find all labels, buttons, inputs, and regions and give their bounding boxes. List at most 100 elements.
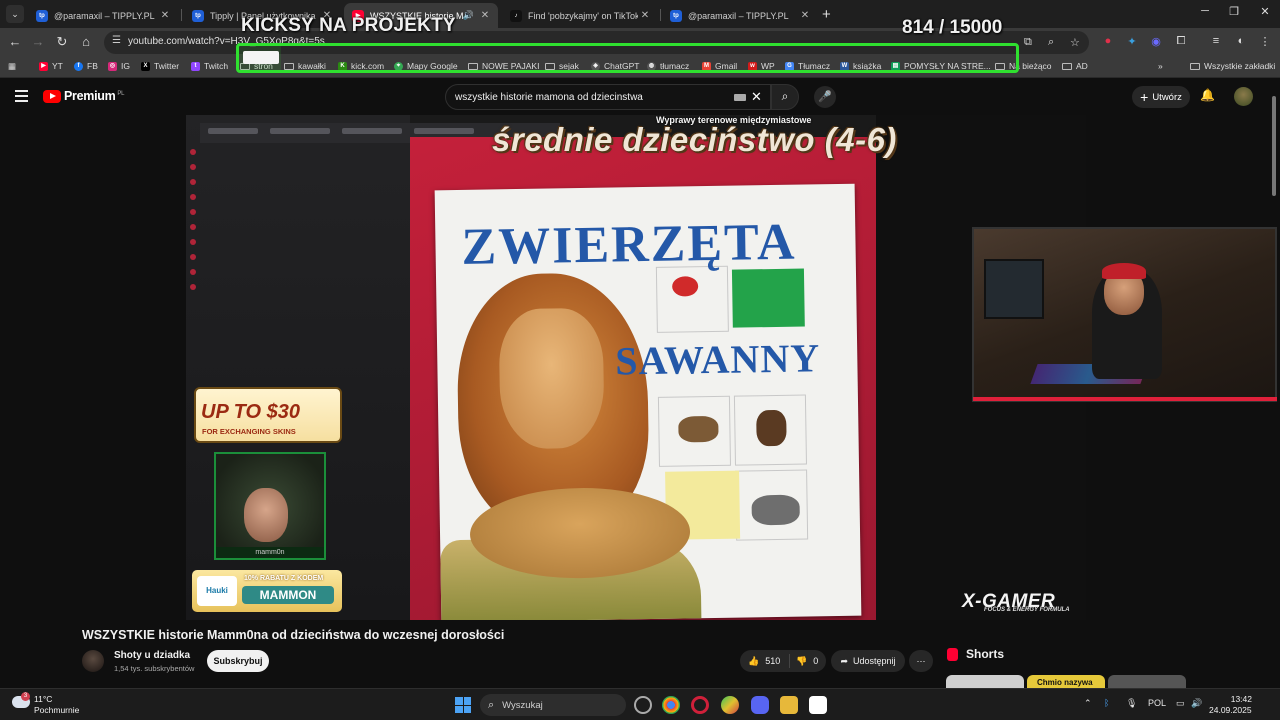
- clock-time[interactable]: 13:42: [1222, 694, 1252, 704]
- apps-grid-icon[interactable]: ▦: [8, 61, 16, 72]
- bookmarks-overflow-chevron-icon[interactable]: »: [1158, 61, 1163, 71]
- taskbar-search[interactable]: ⌕ Wyszukaj: [480, 694, 626, 716]
- close-tab-icon[interactable]: ✕: [478, 10, 492, 21]
- video-heading: średnie dzieciństwo (4-6): [492, 121, 897, 158]
- like-button[interactable]: 👍 510: [740, 654, 790, 668]
- book-title-sawanny: SAWANNY: [614, 335, 821, 384]
- app-icon[interactable]: [634, 696, 652, 714]
- file-explorer-icon[interactable]: [780, 696, 798, 714]
- short-thumbnail[interactable]: [946, 675, 1024, 689]
- tab-divider: [660, 9, 661, 21]
- language-indicator[interactable]: POL: [1148, 698, 1166, 708]
- video-player[interactable]: ZWIERZĘTA SAWANNY Wyprawy terenowe międz…: [186, 115, 1086, 620]
- install-app-icon[interactable]: ⧉: [1024, 36, 1032, 49]
- menu-icon[interactable]: [15, 90, 28, 105]
- clock-date[interactable]: 24.09.2025: [1209, 705, 1252, 715]
- home-button[interactable]: ⌂: [77, 34, 95, 49]
- capcut-icon[interactable]: [809, 696, 827, 714]
- streamer-face: [244, 488, 288, 542]
- promo-hauki-banner: Hauki 10% RABATU Z KODEM MAMMON: [192, 570, 342, 612]
- plus-icon: +: [1140, 89, 1149, 105]
- tab-strip: ⌄ tp @paramaxil – TIPPLY.PL ✕ tp Tipply …: [0, 0, 1280, 28]
- tab-paramaxil-2[interactable]: tp @paramaxil – TIPPLY.PL ✕: [662, 3, 818, 28]
- extension-icon[interactable]: ✦: [1124, 35, 1140, 48]
- notifications-bell-icon[interactable]: 🔔: [1200, 88, 1215, 102]
- channel-name[interactable]: Shoty u dziadka: [114, 650, 190, 661]
- tray-overflow-chevron-icon[interactable]: ⌃: [1084, 698, 1092, 709]
- shorts-heading: Shorts: [947, 647, 1004, 661]
- subscribe-button[interactable]: Subskrybuj: [207, 650, 269, 672]
- close-tab-icon[interactable]: ✕: [158, 10, 172, 21]
- restore-button[interactable]: ❐: [1219, 5, 1249, 18]
- minimize-button[interactable]: ─: [1190, 5, 1220, 17]
- close-window-button[interactable]: ✕: [1250, 5, 1280, 18]
- bluetooth-icon[interactable]: ᛒ: [1104, 698, 1109, 708]
- site-info-icon[interactable]: ☰: [112, 35, 121, 46]
- chrome-icon[interactable]: [662, 696, 680, 714]
- youtube-icon: ▶: [39, 61, 48, 71]
- voice-search-mic-icon[interactable]: 🎤: [814, 86, 836, 108]
- bookmark-star-icon[interactable]: ☆: [1070, 36, 1080, 49]
- record-extension-icon[interactable]: ●: [1100, 35, 1116, 47]
- create-button[interactable]: + Utwórz: [1132, 86, 1190, 108]
- book-title-zwierzeta: ZWIERZĘTA: [461, 213, 797, 276]
- bookmark-ig[interactable]: ◎ IG: [108, 61, 130, 71]
- bookmark-folder-ad[interactable]: AD: [1062, 61, 1088, 71]
- back-button[interactable]: ←: [6, 34, 24, 49]
- tab-search-menu-icon[interactable]: ⌄: [6, 5, 24, 23]
- weather-temperature[interactable]: 11°C: [34, 694, 52, 704]
- audio-playing-icon[interactable]: 🔊: [463, 10, 474, 21]
- webcam-frame-accent: [973, 397, 1277, 401]
- youtube-logo-icon[interactable]: [43, 90, 61, 103]
- browser-app-icon[interactable]: [721, 696, 739, 714]
- lion-face-illustration: [498, 307, 605, 450]
- youtube-header: Premium PL wszystkie historie mamona od d…: [0, 79, 1280, 115]
- search-button[interactable]: ⌕: [771, 84, 799, 110]
- search-icon: ⌕: [781, 89, 789, 103]
- promo-skins-banner: UP TO $30 FOR EXCHANGING SKINS: [194, 387, 342, 443]
- volume-icon[interactable]: 🔊: [1191, 698, 1202, 709]
- short-thumbnail[interactable]: Chmio nazywa: [1027, 675, 1105, 689]
- close-tab-icon[interactable]: ✕: [638, 10, 652, 21]
- close-tab-icon[interactable]: ✕: [798, 10, 812, 21]
- bookmark-fb[interactable]: f FB: [74, 61, 98, 71]
- tab-tiktok[interactable]: ♪ Find 'pobzykajmy' on TikTok | Ti ✕: [502, 3, 658, 28]
- youtube-premium-logo[interactable]: Premium PL: [64, 89, 124, 103]
- browser-menu-icon[interactable]: ⋮: [1257, 35, 1273, 48]
- media-controls-icon[interactable]: ≡: [1208, 35, 1224, 47]
- discord-icon[interactable]: [751, 696, 769, 714]
- dislike-button[interactable]: 👎 0: [790, 656, 818, 667]
- windows-start-icon[interactable]: [455, 697, 471, 713]
- extension-icon[interactable]: ◉: [1148, 35, 1164, 48]
- bear-illustration: [756, 409, 787, 447]
- account-avatar[interactable]: [1234, 87, 1253, 106]
- forward-button[interactable]: →: [29, 34, 47, 49]
- thumbs-up-icon: 👍: [748, 655, 760, 666]
- keyboard-icon[interactable]: [734, 94, 746, 101]
- bookmark-twitter[interactable]: X Twitter: [141, 61, 179, 71]
- goal-progress-text: 814 / 15000: [902, 17, 1003, 38]
- channel-avatar[interactable]: [82, 650, 104, 672]
- tipply-icon: tp: [192, 9, 204, 22]
- bookmark-twitch[interactable]: t Twitch: [191, 61, 228, 71]
- bookmark-yt[interactable]: ▶ YT: [39, 61, 63, 71]
- profile-icon[interactable]: ◐: [1233, 35, 1249, 47]
- clear-search-icon[interactable]: ✕: [751, 89, 762, 105]
- all-bookmarks-folder[interactable]: Wszystkie zakładki: [1190, 61, 1275, 71]
- new-tab-button[interactable]: +: [822, 6, 831, 23]
- like-dislike-group: 👍 510 👎 0: [740, 650, 826, 672]
- share-button[interactable]: ➦ Udostępnij: [831, 650, 905, 672]
- tab-paramaxil-1[interactable]: tp @paramaxil – TIPPLY.PL ✕: [28, 3, 178, 28]
- page-scrollbar[interactable]: [1272, 86, 1277, 686]
- search-input[interactable]: wszystkie historie mamona od dziecinstwa…: [445, 84, 771, 110]
- more-actions-icon[interactable]: ⋯: [909, 650, 933, 672]
- tab-divider: [181, 9, 182, 21]
- zoom-icon[interactable]: ⌕: [1048, 36, 1054, 49]
- opera-icon[interactable]: [691, 696, 709, 714]
- network-icon[interactable]: ▭: [1176, 698, 1185, 709]
- microphone-icon[interactable]: 🎙: [1126, 698, 1137, 709]
- weather-description[interactable]: Pochmurnie: [34, 705, 79, 715]
- short-thumbnail[interactable]: [1108, 675, 1186, 689]
- reload-button[interactable]: ↻: [53, 34, 71, 50]
- extensions-puzzle-icon[interactable]: ⧠: [1173, 35, 1189, 48]
